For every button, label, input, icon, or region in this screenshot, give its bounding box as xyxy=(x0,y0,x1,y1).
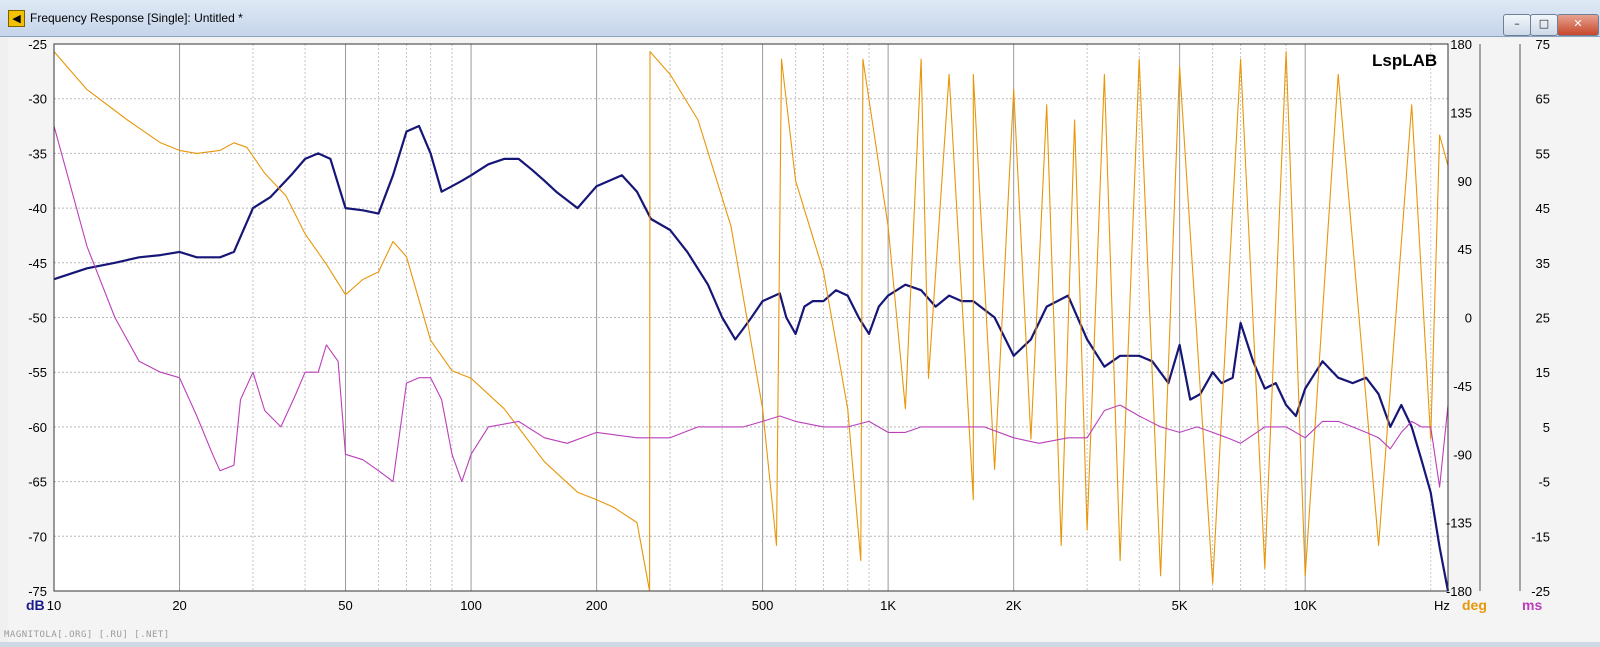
phase-tick-label: 135 xyxy=(1450,105,1472,120)
speaker-icon: ◀ xyxy=(8,10,25,27)
db-tick-label: -40 xyxy=(28,201,47,216)
phase-tick-label: 0 xyxy=(1465,311,1472,326)
phase-tick-label: -135 xyxy=(1446,516,1472,531)
db-tick-label: -55 xyxy=(28,365,47,380)
delay-tick-label: -15 xyxy=(1531,529,1550,544)
delay-tick-label: 65 xyxy=(1536,92,1550,107)
frequency-response-chart[interactable]: 10 20 50 100 200 500 1K 2K 5K 10K Hz-25-30-35-40-4… xyxy=(8,37,1600,642)
x-tick-label: 100 xyxy=(460,598,482,613)
phase-tick-label: 45 xyxy=(1458,242,1472,257)
x-tick-label: 2K xyxy=(1006,598,1022,613)
x-tick-label: 10K xyxy=(1294,598,1317,613)
delay-tick-label: 75 xyxy=(1536,38,1550,52)
window-title: Frequency Response [Single]: Untitled * xyxy=(30,11,243,25)
close-button[interactable]: ✕ xyxy=(1557,14,1599,36)
delay-tick-label: 35 xyxy=(1536,256,1550,271)
x-tick-label: 50 xyxy=(338,598,352,613)
db-tick-label: -35 xyxy=(28,146,47,161)
delay-tick-label: 25 xyxy=(1536,311,1550,326)
x-tick-label: 5K xyxy=(1172,598,1188,613)
db-tick-label: -60 xyxy=(28,420,47,435)
minimize-button[interactable]: – xyxy=(1503,14,1531,36)
x-unit-label: Hz xyxy=(1434,598,1450,613)
phase-tick-label: -45 xyxy=(1453,379,1472,394)
db-unit-label: dB xyxy=(26,597,45,613)
phase-tick-label: -90 xyxy=(1453,447,1472,462)
x-tick-label: 10 xyxy=(47,598,61,613)
phase-tick-label: 180 xyxy=(1450,38,1472,52)
db-tick-label: -70 xyxy=(28,529,47,544)
phase-tick-label: 90 xyxy=(1458,174,1472,189)
maximize-button[interactable]: □ xyxy=(1530,14,1558,36)
db-tick-label: -45 xyxy=(28,256,47,271)
deg-unit-label: deg xyxy=(1462,597,1487,613)
delay-tick-label: 45 xyxy=(1536,201,1550,216)
x-tick-label: 200 xyxy=(586,598,608,613)
db-tick-label: -50 xyxy=(28,311,47,326)
delay-tick-label: 5 xyxy=(1543,420,1550,435)
watermark-text: MAGNITOLA[.ORG] [.RU] [.NET] xyxy=(4,630,170,640)
x-tick-label: 1K xyxy=(880,598,896,613)
db-tick-label: -65 xyxy=(28,475,47,490)
db-tick-label: -25 xyxy=(28,38,47,52)
delay-tick-label: 55 xyxy=(1536,146,1550,161)
ms-unit-label: ms xyxy=(1522,597,1542,613)
brand-label: LspLAB xyxy=(1372,51,1437,70)
delay-tick-label: -5 xyxy=(1538,475,1550,490)
x-tick-label: 20 xyxy=(172,598,186,613)
title-bar[interactable]: ◀ Frequency Response [Single]: Untitled … xyxy=(0,0,1600,37)
plot-frame: 10 20 50 100 200 500 1K 2K 5K 10K Hz -25 -30 -35 -40 -4… xyxy=(8,37,1600,642)
x-tick-label: 500 xyxy=(752,598,774,613)
delay-tick-label: 15 xyxy=(1536,365,1550,380)
db-tick-label: -30 xyxy=(28,92,47,107)
app-window: ◀ Frequency Response [Single]: Untitled … xyxy=(0,0,1600,642)
